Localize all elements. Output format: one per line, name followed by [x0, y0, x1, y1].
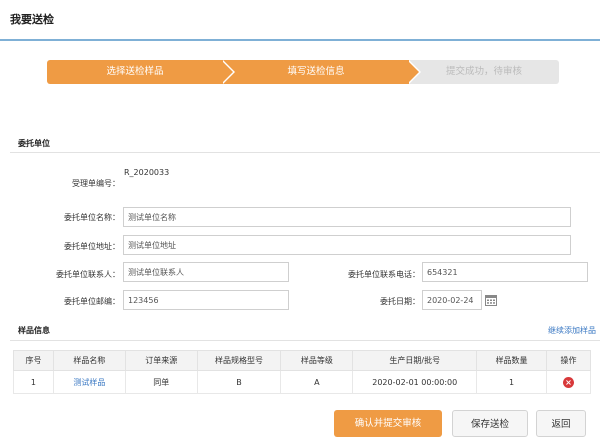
- section-divider: [10, 340, 600, 341]
- step-arrow: [221, 60, 233, 84]
- client-address-label: 委托单位地址：: [64, 242, 120, 251]
- step-arrow: [407, 60, 419, 84]
- step-fill-info: 填写送检信息: [223, 60, 409, 84]
- step-label: 填写送检信息: [287, 66, 345, 77]
- date-label: 委托日期：: [380, 297, 420, 306]
- client-phone-label: 委托单位联系电话：: [348, 270, 420, 279]
- table-header-row: 序号 样品名称 订单来源 样品规格型号 样品等级 生产日期/批号 样品数量 操作: [13, 350, 591, 371]
- calendar-icon[interactable]: [483, 290, 499, 310]
- step-submitted: 提交成功，待审核: [409, 60, 559, 84]
- submit-review-button[interactable]: 确认并提交审核: [334, 410, 442, 437]
- step-select-samples: 选择送检样品: [47, 60, 223, 84]
- table-row: 1 测试样品 同单 B A 2020-02-01 00:00:00 1 ×: [13, 370, 591, 394]
- client-name-input[interactable]: [123, 207, 571, 227]
- accept-no-value: R_2020033: [124, 168, 170, 177]
- back-button[interactable]: 返回: [536, 410, 586, 437]
- sample-grade-cell: A: [280, 370, 354, 394]
- add-sample-link[interactable]: 继续添加样品: [548, 325, 596, 336]
- accept-no-label: 受理单编号：: [72, 179, 120, 188]
- date-input[interactable]: [422, 290, 482, 310]
- delete-icon[interactable]: ×: [563, 376, 574, 388]
- column-header: 订单来源: [124, 350, 198, 371]
- sample-model-cell: B: [196, 370, 282, 394]
- row-index: 1: [13, 370, 54, 394]
- title-divider: [0, 39, 600, 41]
- section-divider: [10, 152, 600, 153]
- column-header: 序号: [13, 350, 54, 371]
- step-label: 选择送检样品: [106, 66, 164, 77]
- client-email-input[interactable]: [123, 290, 289, 310]
- progress-steps: 选择送检样品 填写送检信息 提交成功，待审核: [47, 60, 559, 84]
- column-header: 样品规格型号: [196, 350, 282, 371]
- sample-name-cell: 测试样品: [52, 370, 126, 394]
- sample-qty-cell: 1: [476, 370, 547, 394]
- save-button[interactable]: 保存送检: [452, 410, 528, 437]
- page-title: 我要送检: [10, 13, 54, 26]
- samples-table: 序号 样品名称 订单来源 样品规格型号 样品等级 生产日期/批号 样品数量 操作…: [13, 350, 591, 394]
- column-header: 样品等级: [280, 350, 354, 371]
- order-source-cell: 同单: [124, 370, 198, 394]
- client-email-label: 委托单位邮编：: [64, 297, 120, 306]
- client-phone-input[interactable]: [422, 262, 588, 282]
- client-address-input[interactable]: [123, 235, 571, 255]
- client-contact-input[interactable]: [123, 262, 289, 282]
- client-name-label: 委托单位名称：: [64, 213, 120, 222]
- client-contact-label: 委托单位联系人：: [56, 270, 120, 279]
- column-header: 操作: [546, 350, 591, 371]
- sample-name-link[interactable]: 测试样品: [73, 378, 105, 387]
- column-header: 样品数量: [476, 350, 547, 371]
- action-cell: ×: [546, 370, 591, 394]
- column-header: 生产日期/批号: [352, 350, 478, 371]
- step-label: 提交成功，待审核: [445, 66, 522, 77]
- production-date-cell: 2020-02-01 00:00:00: [352, 370, 478, 394]
- client-section-title: 委托单位: [18, 139, 50, 148]
- column-header: 样品名称: [52, 350, 126, 371]
- samples-section-title: 样品信息: [18, 326, 50, 335]
